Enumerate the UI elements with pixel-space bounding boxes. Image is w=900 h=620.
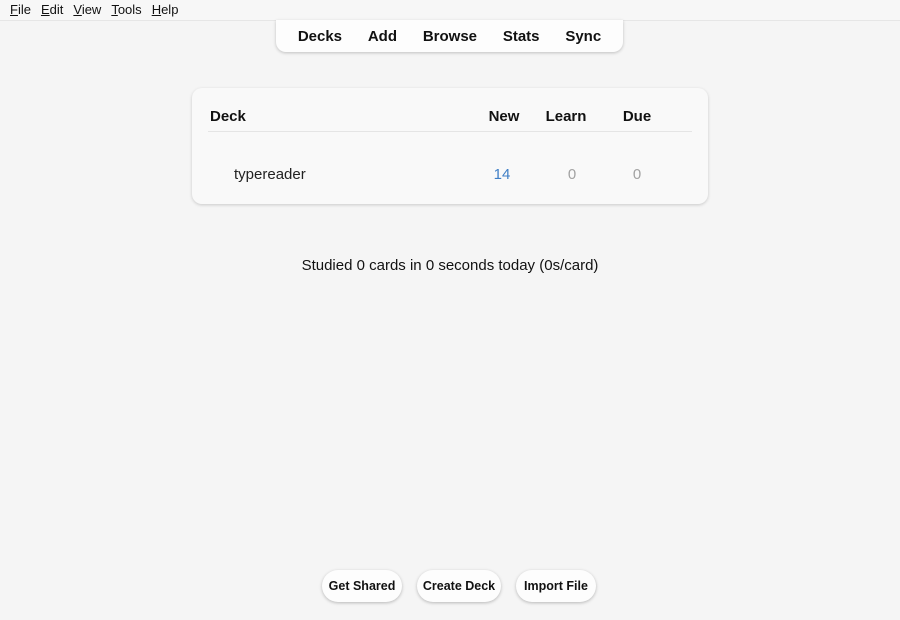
deck-row: typereader 14 0 0 (192, 164, 708, 186)
deck-new-count: 14 (493, 166, 511, 183)
menu-view-label: iew (81, 2, 102, 17)
menu-help-label: elp (161, 2, 179, 17)
toolbar-sync-link[interactable]: Sync (561, 24, 605, 49)
deck-list-panel: Deck New Learn Due typereader 14 0 0 (192, 88, 708, 204)
menu-tools[interactable]: Tools (106, 0, 146, 20)
toolbar-decks-link[interactable]: Decks (294, 24, 346, 49)
main-toolbar: Decks Add Browse Stats Sync (276, 20, 623, 52)
get-shared-button[interactable]: Get Shared (322, 570, 402, 602)
menu-edit-label: dit (49, 2, 64, 17)
menu-file[interactable]: File (5, 0, 36, 20)
toolbar-stats-link[interactable]: Stats (499, 24, 544, 49)
menu-bar: File Edit View Tools Help (0, 0, 900, 21)
deck-table-divider (208, 131, 692, 132)
menu-view[interactable]: View (68, 0, 106, 20)
menu-view-mnemonic: V (73, 2, 82, 17)
import-file-button[interactable]: Import File (516, 570, 596, 602)
menu-edit-mnemonic: E (40, 2, 50, 17)
menu-help-mnemonic: H (151, 2, 162, 17)
menu-tools-label: ools (117, 2, 142, 17)
header-new: New (488, 108, 520, 125)
create-deck-button[interactable]: Create Deck (417, 570, 501, 602)
header-due: Due (622, 108, 652, 125)
deck-learn-count: 0 (567, 166, 577, 183)
deck-name-link[interactable]: typereader (234, 166, 306, 183)
toolbar-browse-link[interactable]: Browse (419, 24, 481, 49)
deck-table-header: Deck New Learn Due (192, 105, 708, 129)
header-learn: Learn (545, 108, 587, 125)
menu-file-label: ile (17, 2, 31, 17)
deck-due-count: 0 (632, 166, 642, 183)
study-summary: Studied 0 cards in 0 seconds today (0s/c… (301, 257, 599, 274)
toolbar-add-link[interactable]: Add (364, 24, 401, 49)
menu-file-mnemonic: F (10, 2, 18, 17)
header-deck: Deck (210, 108, 246, 125)
menu-help[interactable]: Help (147, 0, 184, 20)
menu-edit[interactable]: Edit (36, 0, 68, 20)
